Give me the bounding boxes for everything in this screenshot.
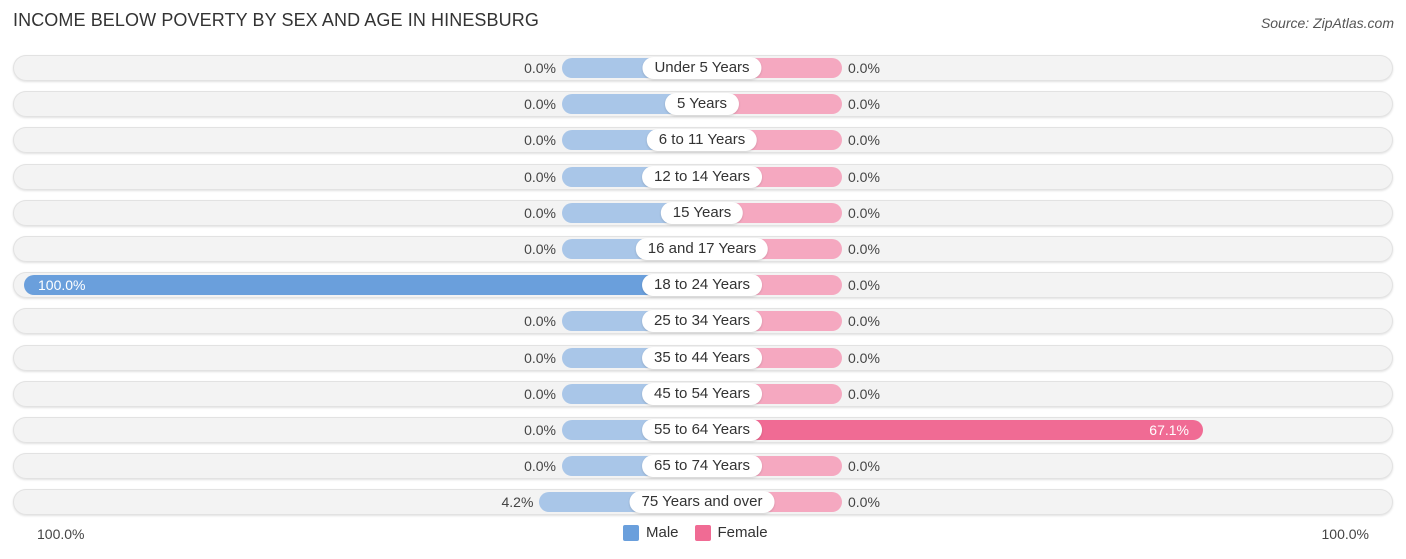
value-label-female: 0.0% (848, 277, 880, 294)
category-label: Under 5 Years (642, 57, 762, 79)
category-label: 45 to 54 Years (642, 382, 762, 405)
category-label: 18 to 24 Years (642, 274, 762, 297)
category-label: 25 to 34 Years (642, 310, 762, 333)
value-label-male: 0.0% (524, 422, 556, 438)
legend: Male Female (623, 524, 784, 541)
bar-female (702, 420, 1203, 440)
value-label-male: 4.2% (501, 494, 534, 511)
category-label: 5 Years (664, 93, 740, 116)
value-label-female: 0.0% (848, 313, 880, 330)
category-label: 65 to 74 Years (642, 455, 762, 478)
value-label-female: 0.0% (848, 132, 880, 149)
value-label-female: 0.0% (848, 458, 880, 475)
value-label-male: 0.0% (524, 96, 556, 113)
value-label-female: 0.0% (848, 241, 880, 257)
legend-item-female: Female (694, 524, 768, 541)
value-label-female: 0.0% (848, 168, 880, 185)
value-label-male: 0.0% (524, 385, 556, 402)
bar-male (24, 275, 702, 296)
value-label-female: 0.0% (848, 349, 880, 366)
value-label-male: 0.0% (524, 458, 556, 475)
category-label: 12 to 14 Years (642, 165, 762, 188)
category-label: 6 to 11 Years (646, 129, 758, 152)
legend-swatch-male (623, 524, 639, 541)
value-label-female: 0.0% (848, 204, 880, 221)
value-label-female: 67.1% (1149, 422, 1189, 438)
category-label: 55 to 64 Years (642, 419, 762, 441)
chart-area: 0.0% 0.0% Under 5 Years 0.0% 0.0% 5 Years 0.0%… (0, 0, 1406, 559)
legend-label-female: Female (717, 524, 768, 541)
value-label-female: 0.0% (848, 385, 880, 402)
value-label-male: 0.0% (524, 241, 556, 257)
value-label-male: 0.0% (524, 204, 556, 221)
category-label: 15 Years (660, 201, 744, 224)
category-label: 75 Years and over (629, 491, 775, 514)
legend-label-male: Male (646, 524, 679, 541)
value-label-female: 0.0% (848, 96, 880, 113)
legend-swatch-female (694, 524, 711, 541)
axis-label-right: 100.0% (1321, 526, 1369, 542)
legend-item-male: Male (623, 524, 679, 541)
value-label-male: 0.0% (524, 349, 556, 366)
category-label: 35 to 44 Years (642, 346, 762, 369)
value-label-male: 0.0% (524, 313, 556, 330)
value-label-male: 100.0% (38, 277, 86, 294)
value-label-female: 0.0% (848, 60, 880, 76)
value-label-female: 0.0% (848, 494, 880, 511)
value-label-male: 0.0% (524, 168, 556, 185)
value-label-male: 0.0% (524, 132, 556, 149)
axis-label-left: 100.0% (37, 526, 85, 542)
value-label-male: 0.0% (524, 60, 556, 76)
category-label: 16 and 17 Years (635, 238, 769, 260)
